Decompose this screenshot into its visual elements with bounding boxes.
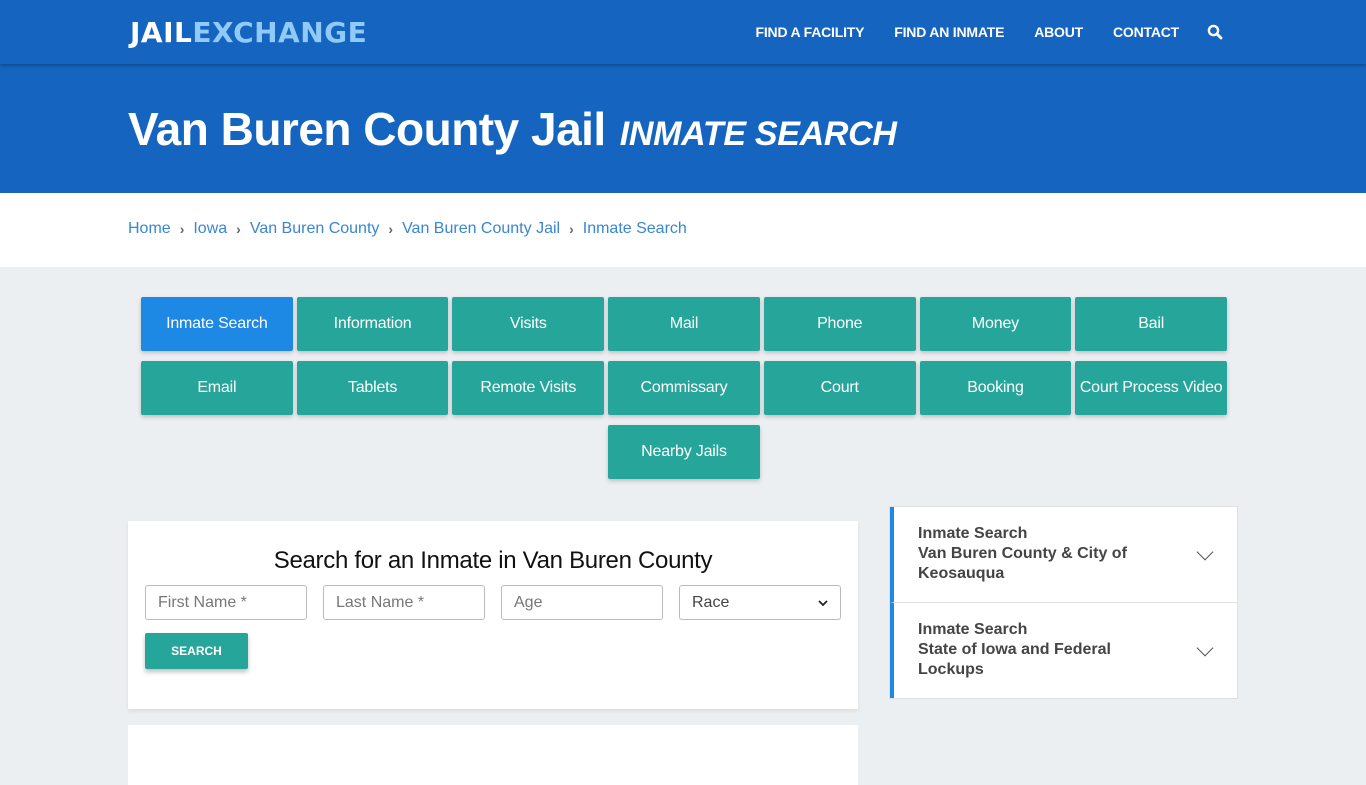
chevron-right-icon: › (236, 221, 241, 237)
facility-title: Van Buren County Jail (128, 103, 606, 155)
tile-money[interactable]: Money (919, 297, 1072, 351)
button-row-2: Email Tablets Remote Visits Commissary C… (139, 361, 1229, 415)
section-buttons: Inmate Search Information Visits Mail Ph… (139, 297, 1229, 489)
page-subtitle: INMATE SEARCH (619, 115, 897, 153)
tile-tablets[interactable]: Tablets (296, 361, 449, 415)
top-navbar: JAILEXCHANGE FIND A FACILITY FIND AN INM… (0, 0, 1366, 64)
breadcrumb-bar: Home › Iowa › Van Buren County › Van Bur… (0, 193, 1366, 267)
results-card (128, 725, 858, 785)
search-form-title: Search for an Inmate in Van Buren County (273, 547, 713, 574)
tile-booking[interactable]: Booking (919, 361, 1072, 415)
first-name-input[interactable] (145, 585, 307, 620)
breadcrumb-inmate-search[interactable]: Inmate Search (583, 220, 687, 238)
site-logo[interactable]: JAILEXCHANGE (130, 16, 367, 49)
breadcrumb: Home › Iowa › Van Buren County › Van Bur… (128, 220, 687, 238)
accordion-state-search[interactable]: Inmate Search State of Iowa and Federal … (890, 602, 1237, 698)
tile-phone[interactable]: Phone (763, 297, 916, 351)
breadcrumb-county[interactable]: Van Buren County (250, 220, 380, 238)
tile-court-process-video[interactable]: Court Process Video (1075, 361, 1228, 415)
breadcrumb-jail[interactable]: Van Buren County Jail (402, 220, 560, 238)
logo-jail: JAIL (130, 16, 193, 49)
tile-court[interactable]: Court (763, 361, 916, 415)
tile-inmate-search[interactable]: Inmate Search (140, 297, 293, 351)
page-title: Van Buren County Jail INMATE SEARCH (128, 102, 897, 156)
accordion-subtitle: Van Buren County & City of Keosauqua (918, 545, 1127, 582)
button-row-3: Nearby Jails (139, 425, 1229, 479)
accordion-county-search[interactable]: Inmate Search Van Buren County & City of… (890, 507, 1237, 602)
nav-about[interactable]: ABOUT (1034, 24, 1083, 40)
chevron-down-icon (1196, 639, 1214, 656)
accordion-subtitle: State of Iowa and Federal Lockups (918, 641, 1111, 678)
search-button[interactable]: SEARCH (145, 633, 248, 669)
nav-find-inmate[interactable]: FIND AN INMATE (894, 24, 1004, 40)
chevron-down-icon (1196, 543, 1214, 560)
chevron-right-icon: › (569, 221, 574, 237)
nav-contact[interactable]: CONTACT (1113, 24, 1179, 40)
tile-remote-visits[interactable]: Remote Visits (452, 361, 605, 415)
last-name-input[interactable] (323, 585, 485, 620)
search-fields: Race (128, 585, 858, 620)
tile-information[interactable]: Information (296, 297, 449, 351)
page-hero: Van Buren County Jail INMATE SEARCH (0, 64, 1366, 193)
chevron-right-icon: › (388, 221, 394, 237)
tile-visits[interactable]: Visits (452, 297, 605, 351)
chevron-right-icon: › (179, 221, 185, 237)
tile-bail[interactable]: Bail (1075, 297, 1228, 351)
search-icon[interactable] (1207, 24, 1223, 40)
race-select-value: Race (692, 593, 730, 611)
breadcrumb-home[interactable]: Home (128, 220, 171, 238)
race-select[interactable]: Race (679, 585, 841, 620)
tile-mail[interactable]: Mail (608, 297, 760, 351)
tile-nearby-jails[interactable]: Nearby Jails (608, 425, 760, 479)
tile-email[interactable]: Email (140, 361, 293, 415)
chevron-down-icon (818, 596, 828, 610)
accordion-title: Inmate Search (918, 621, 1028, 638)
main-nav: FIND A FACILITY FIND AN INMATE ABOUT CON… (726, 0, 1223, 64)
breadcrumb-iowa[interactable]: Iowa (193, 220, 227, 238)
logo-exchange: EXCHANGE (192, 16, 368, 49)
age-input[interactable] (501, 585, 663, 620)
nav-find-facility[interactable]: FIND A FACILITY (756, 24, 865, 40)
tile-commissary[interactable]: Commissary (608, 361, 760, 415)
button-row-1: Inmate Search Information Visits Mail Ph… (139, 297, 1229, 351)
accordion-title: Inmate Search (918, 525, 1028, 542)
inmate-search-card: Search for an Inmate in Van Buren County… (128, 521, 858, 709)
sidebar-accordion: Inmate Search Van Buren County & City of… (889, 506, 1238, 699)
